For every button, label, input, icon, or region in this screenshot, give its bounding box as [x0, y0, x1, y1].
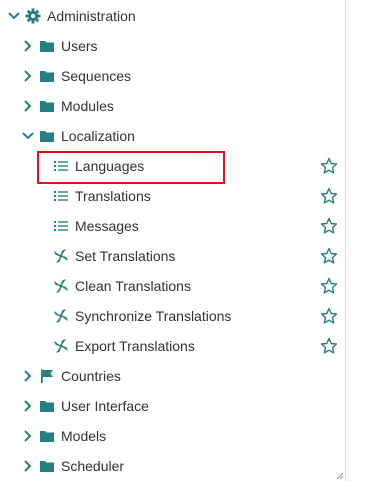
- tree-item-label: Models: [61, 428, 107, 444]
- star-icon[interactable]: [320, 187, 338, 205]
- folder-icon: [40, 131, 54, 142]
- tree-item-modules[interactable]: Modules: [0, 91, 346, 121]
- tree-leaf-clean-translations[interactable]: Clean Translations: [0, 271, 346, 301]
- tree-leaf-label: Languages: [75, 158, 145, 174]
- star-icon[interactable]: [320, 157, 338, 175]
- tree-item-scheduler[interactable]: Scheduler: [0, 451, 346, 481]
- list-icon: [54, 221, 68, 231]
- chevron-right-icon[interactable]: [21, 39, 35, 53]
- chevron-right-icon[interactable]: [21, 69, 35, 83]
- chevron-right-icon[interactable]: [21, 399, 35, 413]
- tree-leaf-label: Messages: [75, 218, 139, 234]
- resize-grip-icon[interactable]: [334, 470, 344, 480]
- chevron-right-icon[interactable]: [21, 99, 35, 113]
- star-icon[interactable]: [320, 217, 338, 235]
- tree-leaf-label: Translations: [75, 188, 151, 204]
- tree-item-users[interactable]: Users: [0, 31, 346, 61]
- tree-item-label: Modules: [61, 98, 114, 114]
- tree-leaf-translations[interactable]: Translations: [0, 181, 346, 211]
- chevron-down-icon[interactable]: [7, 9, 21, 23]
- chevron-down-icon[interactable]: [21, 129, 35, 143]
- flag-icon: [41, 369, 53, 383]
- tree-leaf-label: Synchronize Translations: [75, 308, 232, 324]
- tree-item-label: Countries: [61, 368, 121, 384]
- tree-item-label: Sequences: [61, 68, 132, 84]
- wizard-icon: [54, 279, 68, 293]
- menu-tree-panel: Administration Users Sequences Modules L…: [0, 0, 346, 481]
- list-icon: [54, 191, 68, 201]
- tree-leaf-label: Export Translations: [75, 338, 195, 354]
- chevron-right-icon[interactable]: [21, 369, 35, 383]
- tree-root-administration[interactable]: Administration: [0, 1, 346, 31]
- wizard-icon: [54, 249, 68, 263]
- tree-item-label: Localization: [61, 128, 135, 144]
- folder-icon: [40, 431, 54, 442]
- folder-icon: [40, 401, 54, 412]
- tree-leaf-synchronize-translations[interactable]: Synchronize Translations: [0, 301, 346, 331]
- tree-item-localization[interactable]: Localization: [0, 121, 346, 151]
- tree-leaf-messages[interactable]: Messages: [0, 211, 346, 241]
- list-icon: [54, 161, 68, 171]
- tree-leaf-languages[interactable]: Languages: [0, 151, 346, 181]
- tree-leaf-export-translations[interactable]: Export Translations: [0, 331, 346, 361]
- tree-item-models[interactable]: Models: [0, 421, 346, 451]
- tree-item-label: Scheduler: [61, 458, 125, 474]
- star-icon[interactable]: [320, 247, 338, 265]
- wizard-icon: [54, 309, 68, 323]
- star-icon[interactable]: [320, 337, 338, 355]
- folder-icon: [40, 41, 54, 52]
- tree-root-label: Administration: [47, 8, 136, 24]
- star-icon[interactable]: [320, 277, 338, 295]
- wizard-icon: [54, 339, 68, 353]
- gear-icon: [25, 8, 41, 24]
- chevron-right-icon[interactable]: [21, 459, 35, 473]
- tree-item-countries[interactable]: Countries: [0, 361, 346, 391]
- star-icon[interactable]: [320, 307, 338, 325]
- tree-item-user-interface[interactable]: User Interface: [0, 391, 346, 421]
- tree-item-sequences[interactable]: Sequences: [0, 61, 346, 91]
- folder-icon: [40, 461, 54, 472]
- tree-leaf-set-translations[interactable]: Set Translations: [0, 241, 346, 271]
- tree-item-label: User Interface: [61, 398, 149, 414]
- tree-leaf-label: Set Translations: [75, 248, 176, 264]
- folder-icon: [40, 71, 54, 82]
- chevron-right-icon[interactable]: [21, 429, 35, 443]
- tree-leaf-label: Clean Translations: [75, 278, 191, 294]
- folder-icon: [40, 101, 54, 112]
- tree-item-label: Users: [61, 38, 98, 54]
